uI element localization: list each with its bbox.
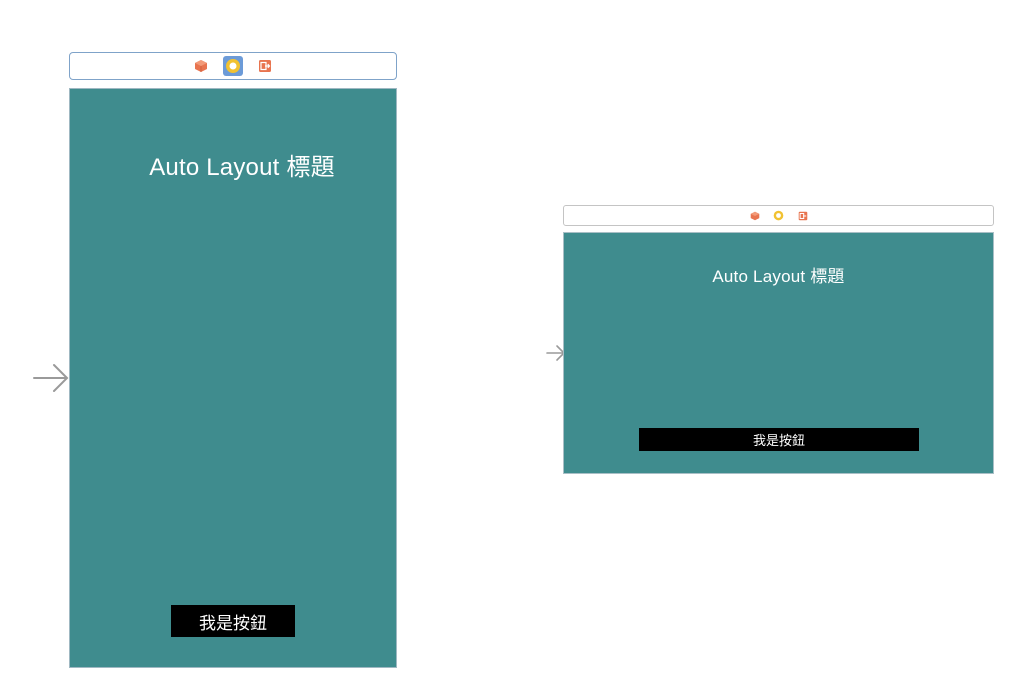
initial-view-controller-arrow-icon: [33, 364, 69, 392]
landscape-root-view[interactable]: Auto Layout 標題 我是按鈕: [563, 232, 994, 474]
main-button[interactable]: 我是按鈕: [639, 428, 919, 451]
portrait-scene-dock[interactable]: [69, 52, 397, 80]
landscape-scene-dock[interactable]: [563, 205, 994, 226]
first-responder-icon[interactable]: [223, 56, 243, 76]
title-label[interactable]: Auto Layout 標題: [564, 262, 993, 287]
portrait-root-view[interactable]: Auto Layout 標題 我是按鈕: [69, 88, 397, 668]
title-label[interactable]: Auto Layout 標題: [70, 147, 396, 182]
first-responder-icon[interactable]: [772, 209, 786, 223]
main-button[interactable]: 我是按鈕: [171, 605, 295, 637]
view-controller-icon[interactable]: [748, 209, 762, 223]
exit-icon[interactable]: [255, 56, 275, 76]
view-controller-icon[interactable]: [191, 56, 211, 76]
storyboard-canvas: Auto Layout 標題 我是按鈕 Auto Layout 標題 我是按鈕: [0, 0, 1024, 681]
exit-icon[interactable]: [796, 209, 810, 223]
